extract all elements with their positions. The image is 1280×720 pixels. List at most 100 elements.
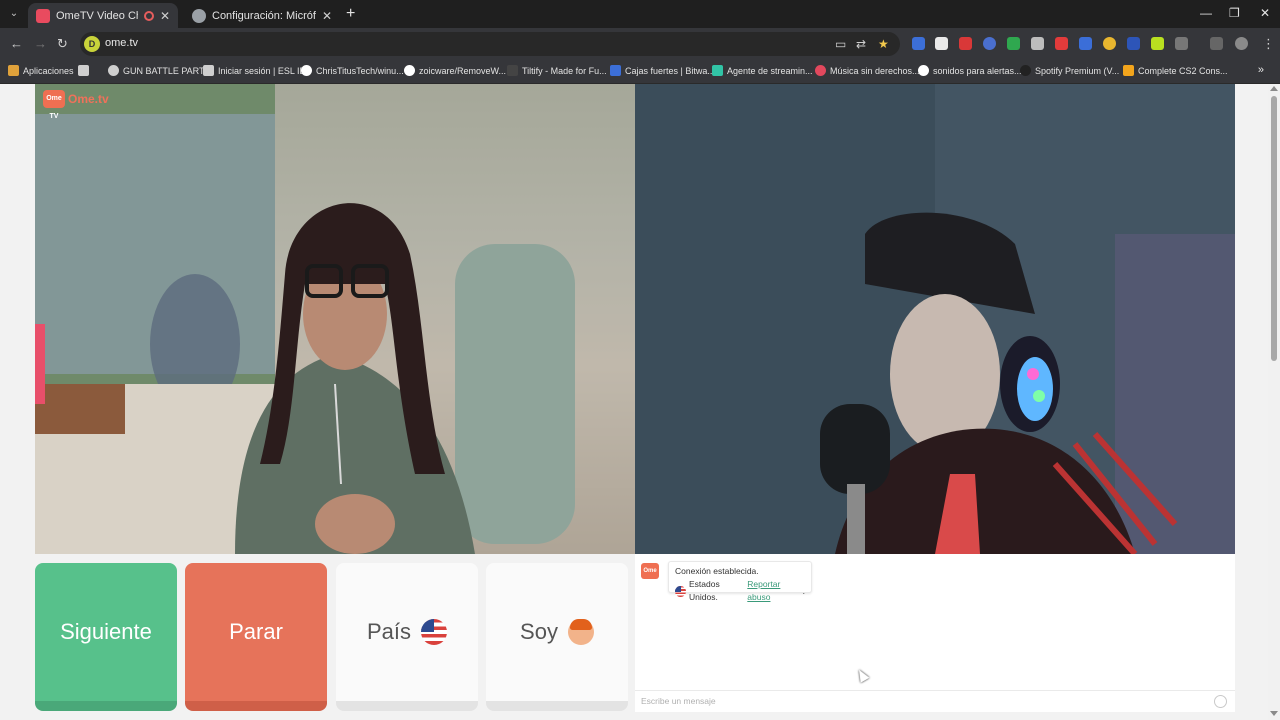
scroll-down-icon[interactable] [1270,711,1278,716]
address-bar[interactable]: D ome.tv ▭ ⇄ ★ [80,32,900,56]
remote-video-scene [635,84,1235,554]
music-icon [815,65,826,76]
bookmark-label: Música sin derechos... [830,65,920,76]
boy-emoji-icon [567,619,594,645]
extension-chrome-icon[interactable] [1103,37,1116,50]
bookmark-label: ChrisTitusTech/winu... [316,65,404,76]
extensions-puzzle-icon[interactable] [1175,37,1188,50]
extension-translate-icon[interactable] [1079,37,1092,50]
gender-button[interactable]: Soy [486,563,628,711]
bookmark-grid-item[interactable] [78,65,89,76]
ometv-logo: Ome TV Ome.tv [43,90,109,120]
bookmark-item[interactable]: Aplicaciones [8,65,74,76]
message-input-bar [635,690,1235,712]
extension-shield-icon[interactable] [912,37,925,50]
bookmark-label: Agente de streamin... [727,65,813,76]
menu-kebab-icon[interactable]: ⋮ [1262,36,1275,52]
bookmark-item[interactable]: Agente de streamin... [712,65,813,76]
github-icon [301,65,312,76]
shield-icon [610,65,621,76]
stream-icon [712,65,723,76]
extension-green-icon[interactable] [1151,37,1164,50]
reload-icon[interactable]: ↻ [57,36,68,52]
bookmark-item[interactable]: Iniciar sesión | ESL ID [203,65,306,76]
translate-icon[interactable]: ⇄ [856,37,866,51]
t-icon [1123,65,1134,76]
bookmark-item[interactable]: Spotify Premium (V... [1020,65,1119,76]
bookmarks-bar: Aplicaciones GUN BATTLE PARTY Iniciar se… [0,60,1280,84]
us-flag-icon [421,619,448,645]
more-bookmarks-icon[interactable]: » [1258,64,1264,76]
stop-button[interactable]: Parar [185,563,327,711]
site-info-icon[interactable]: D [84,36,100,52]
bookmark-item[interactable]: Cajas fuertes | Bitwa... [610,65,715,76]
media-control-icon[interactable] [1210,37,1223,50]
report-suffix: . [802,585,805,596]
globe-icon [108,65,119,76]
local-video-scene [35,84,635,554]
chat-panel: Ome TV Conexión establecida. Estados Uni… [635,554,1235,712]
extension-globe-icon[interactable] [983,37,996,50]
connection-status: Conexión establecida. [675,566,759,576]
grid-icon [78,65,89,76]
report-abuse-link[interactable]: Reportar abuso [747,578,799,604]
bookmark-item[interactable]: Tiltify - Made for Fu... [507,65,607,76]
page-scrollbar[interactable] [1268,84,1280,720]
restore-icon[interactable]: ❐ [1229,6,1240,20]
remote-video [635,84,1235,554]
bookmark-label: Iniciar sesión | ESL ID [218,65,307,76]
url-text[interactable]: ome.tv [105,37,138,49]
new-tab-icon[interactable]: + [346,5,355,23]
close-window-icon[interactable]: ✕ [1260,6,1270,20]
extension-red-icon[interactable] [959,37,972,50]
close-tab-icon[interactable]: ✕ [160,9,170,23]
profile-icon[interactable] [1235,37,1248,50]
bookmark-label: zoicware/RemoveW... [419,65,507,76]
stop-button-label: Parar [229,619,283,644]
us-flag-icon [675,585,686,597]
bookmark-label: Tiltify - Made for Fu... [522,65,607,76]
next-button-label: Siguiente [60,619,152,644]
ometv-page: Ome TV Ome.tv Siguiente Parar País Soy O… [0,84,1268,720]
spotify-icon [1020,65,1031,76]
bookmark-label: GUN BATTLE PARTY [123,65,211,76]
github-icon [404,65,415,76]
tab-title: OmeTV Video Chat — Ome [56,9,138,22]
ometv-favicon-icon [36,8,50,23]
bookmark-item[interactable]: GUN BATTLE PARTY [108,65,211,76]
extension-shield-gray-icon[interactable] [1031,37,1044,50]
bookmark-item[interactable]: zoicware/RemoveW... [404,65,506,76]
tab-title: Configuración: Micrófono [212,9,316,22]
extension-b-icon[interactable] [1127,37,1140,50]
tab-ometv[interactable]: OmeTV Video Chat — Ome ✕ [28,3,178,28]
country-button[interactable]: País [336,563,478,711]
extension-qr-icon[interactable] [935,37,948,50]
system-message: Conexión establecida. Estados Unidos. Re… [668,561,812,602]
tab-microphone-settings[interactable]: Configuración: Micrófono ✕ [184,3,340,28]
bookmark-item[interactable]: Música sin derechos... [815,65,920,76]
emoji-smiley-icon[interactable] [1214,695,1227,708]
bookmark-star-icon[interactable]: ★ [878,37,889,51]
apps-icon [8,65,19,76]
extension-drive-icon[interactable] [1007,37,1020,50]
bookmark-item[interactable]: sonidos para alertas... [918,65,1022,76]
recording-icon [143,10,154,21]
ometv-logo-text: Ome.tv [68,92,109,106]
minimize-icon[interactable]: — [1200,6,1212,20]
pen-icon [203,65,214,76]
bookmark-item[interactable]: Complete CS2 Cons... [1123,65,1228,76]
next-button[interactable]: Siguiente [35,563,177,711]
settings-gear-icon [192,8,206,23]
forward-icon[interactable]: → [34,36,47,52]
bookmark-item[interactable]: ChrisTitusTech/winu... [301,65,404,76]
tab-search-icon[interactable]: ⌄ [6,6,22,22]
cast-icon[interactable]: ▭ [835,37,846,51]
scroll-thumb[interactable] [1271,96,1277,361]
ometv-badge-icon: Ome TV [43,90,65,120]
back-icon[interactable]: ← [10,36,23,52]
local-video: Ome TV Ome.tv [35,84,635,554]
extension-youtube-icon[interactable] [1055,37,1068,50]
message-input[interactable] [635,691,1195,711]
scroll-up-icon[interactable] [1270,86,1278,91]
close-tab-icon[interactable]: ✕ [322,9,332,23]
